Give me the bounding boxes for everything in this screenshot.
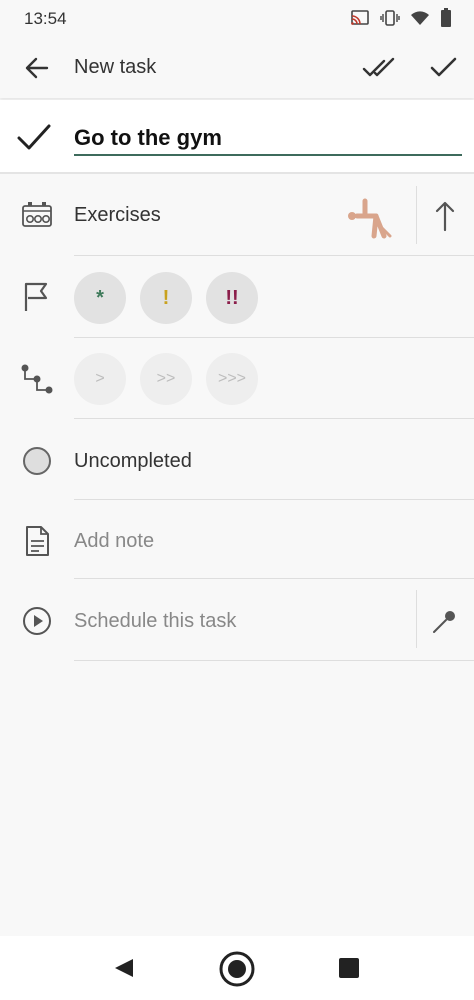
- wifi-icon: [411, 11, 429, 25]
- priority-medium-chip[interactable]: !: [140, 272, 192, 324]
- circle-status-icon[interactable]: [20, 444, 54, 478]
- arrow-up-icon[interactable]: [432, 200, 458, 232]
- difficulty-row: > >> >>>: [0, 338, 474, 420]
- divider: [74, 418, 474, 419]
- category-label: Exercises: [74, 204, 161, 226]
- vertical-divider: [416, 186, 417, 244]
- double-check-icon[interactable]: [362, 52, 396, 82]
- status-label: Uncompleted: [74, 450, 192, 472]
- check-icon[interactable]: [428, 52, 458, 82]
- nav-home-icon[interactable]: [218, 950, 256, 988]
- difficulty-easy-chip[interactable]: >: [74, 353, 126, 405]
- nav-back-icon[interactable]: [112, 956, 136, 980]
- vibrate-icon: [380, 10, 400, 26]
- category-row[interactable]: Exercises: [0, 176, 474, 256]
- exercise-figure-icon: [348, 198, 392, 239]
- status-icons: [350, 8, 452, 28]
- pin-icon[interactable]: [430, 606, 460, 636]
- task-name-row: [0, 100, 474, 174]
- divider: [74, 578, 474, 579]
- schedule-label[interactable]: Schedule this task: [74, 610, 236, 633]
- status-bar: 13:54: [0, 0, 474, 36]
- navigation-bar: [0, 936, 474, 1000]
- nav-recents-icon[interactable]: [338, 957, 360, 979]
- priority-low-chip[interactable]: *: [74, 272, 126, 324]
- difficulty-medium-chip[interactable]: >>: [140, 353, 192, 405]
- check-icon: [17, 124, 51, 150]
- task-name-input[interactable]: [74, 122, 462, 156]
- app-bar: New task: [0, 36, 474, 98]
- status-row[interactable]: Uncompleted: [0, 420, 474, 500]
- vertical-divider: [416, 590, 417, 648]
- back-arrow-icon[interactable]: [22, 53, 52, 83]
- schedule-row[interactable]: Schedule this task: [0, 580, 474, 662]
- category-icon: [22, 202, 52, 227]
- divider: [74, 660, 474, 661]
- battery-icon: [441, 8, 451, 27]
- priority-high-chip[interactable]: !!: [206, 272, 258, 324]
- cast-icon: [351, 10, 369, 25]
- status-time: 13:54: [24, 9, 67, 28]
- page-title: New task: [74, 56, 157, 78]
- hierarchy-icon: [21, 364, 53, 394]
- flag-icon: [24, 282, 48, 311]
- note-icon: [26, 526, 49, 556]
- priority-row: * ! !!: [0, 256, 474, 338]
- difficulty-hard-chip[interactable]: >>>: [206, 353, 258, 405]
- play-circle-icon: [23, 607, 51, 635]
- divider: [0, 172, 474, 174]
- add-note-field[interactable]: Add note: [74, 530, 154, 553]
- note-row[interactable]: Add note: [0, 500, 474, 580]
